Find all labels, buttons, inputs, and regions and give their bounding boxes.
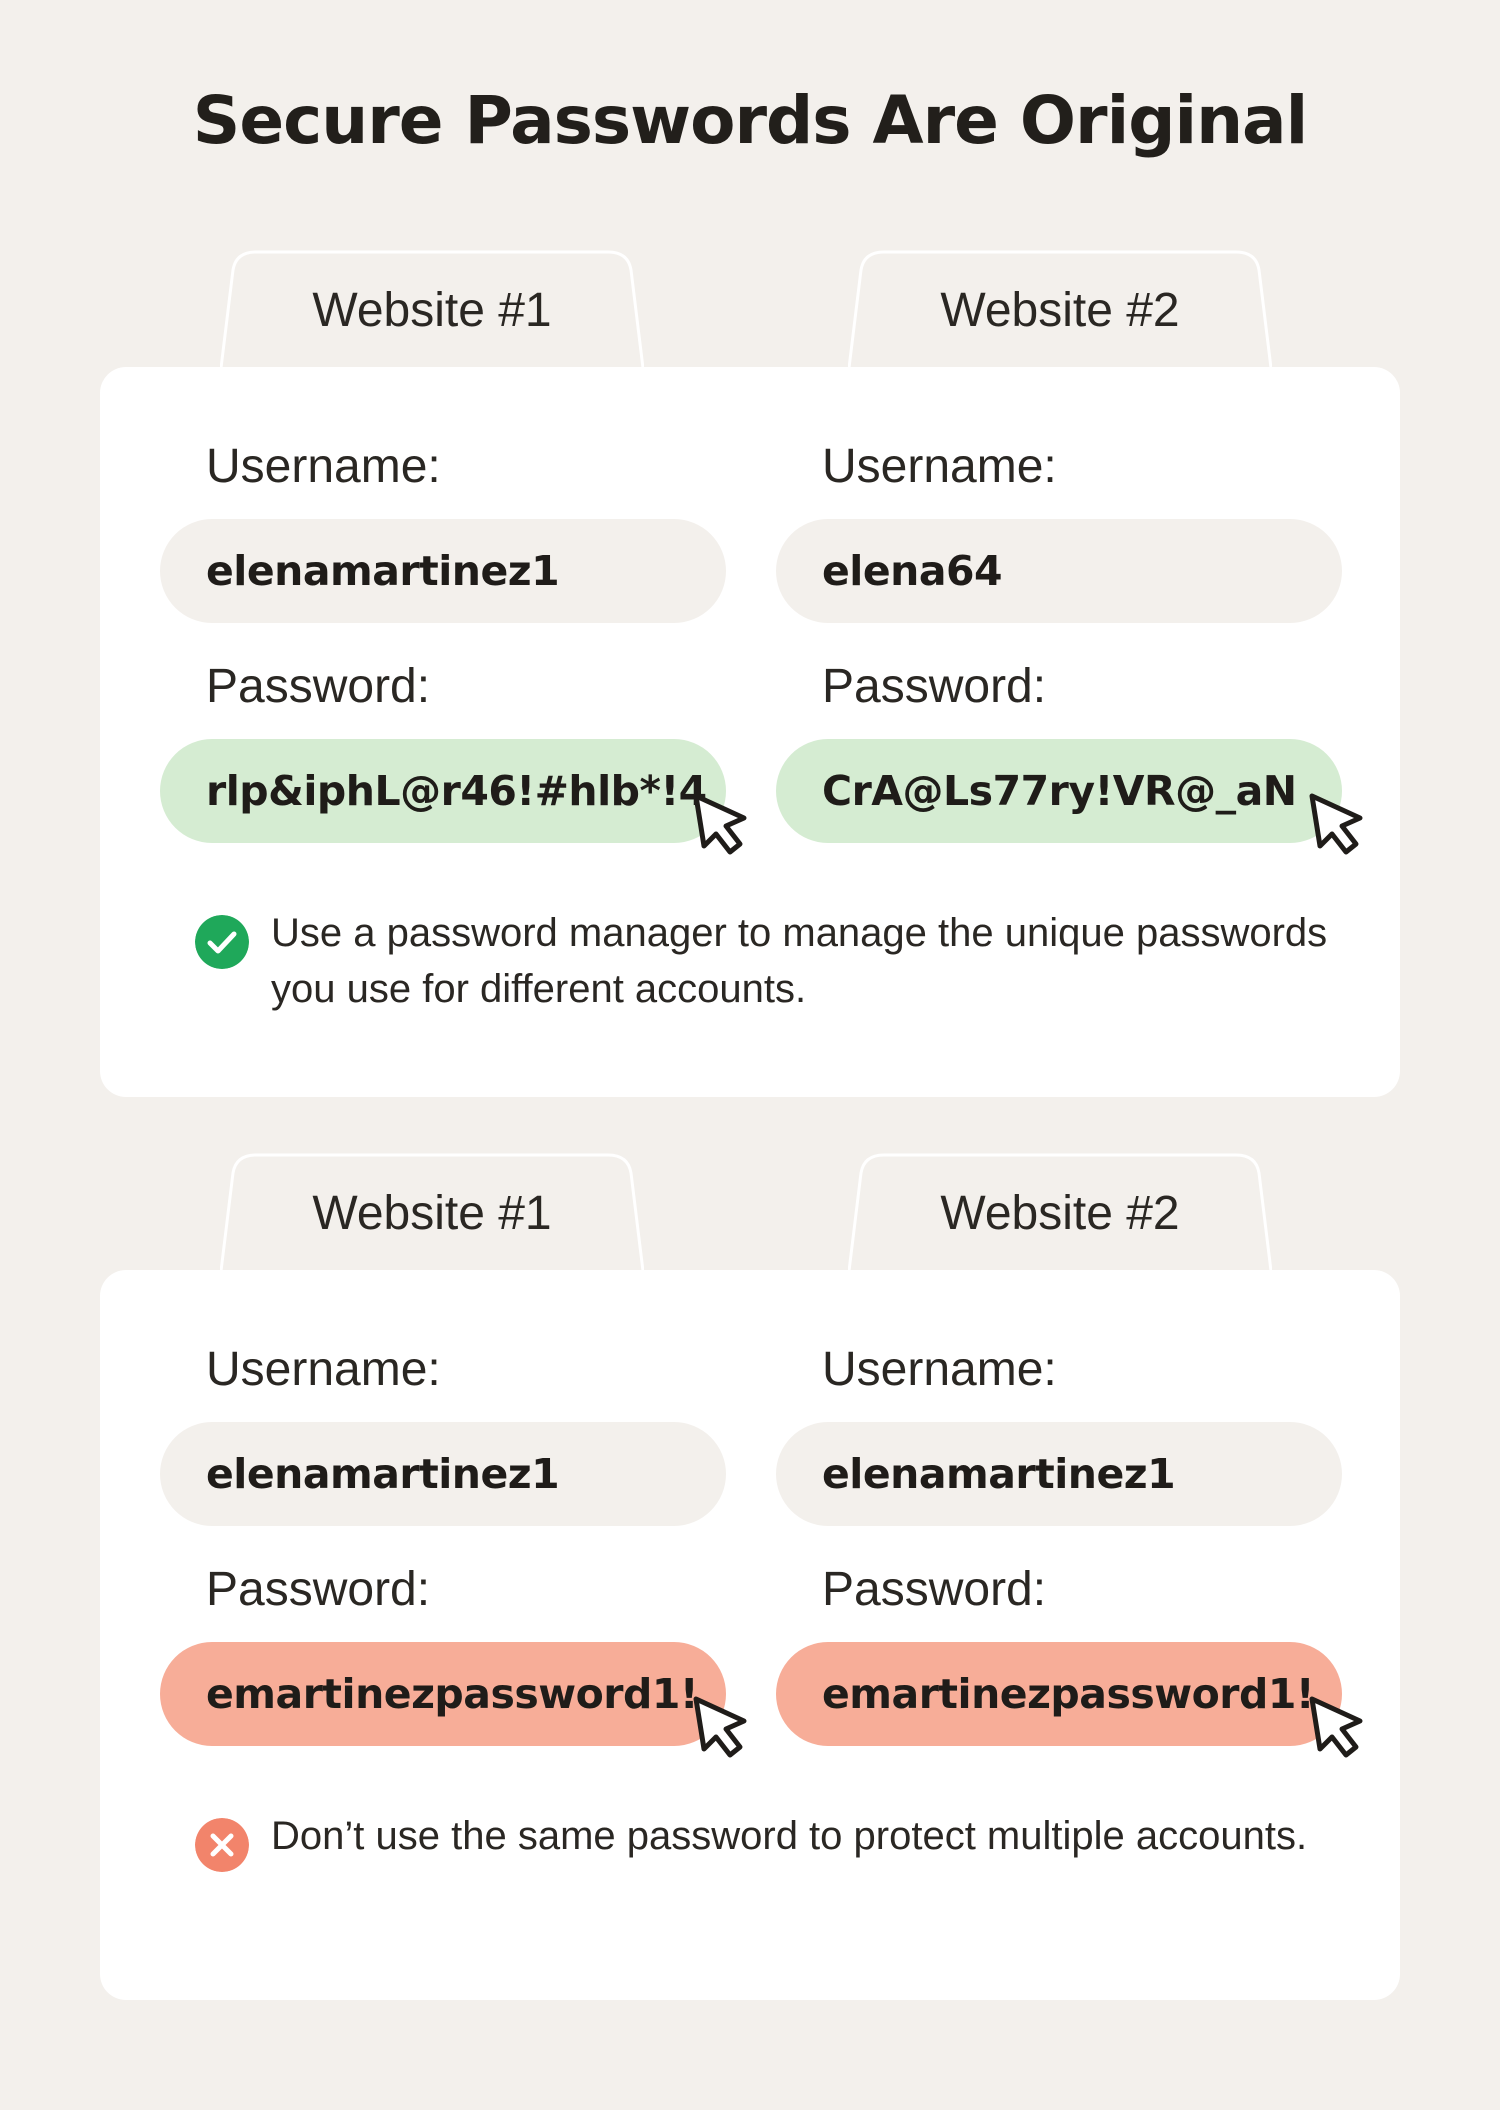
password-field[interactable]: CrA@Ls77ry!VR@_aN: [776, 739, 1342, 843]
login-card: Username: elenamartinez1 Password: emart…: [100, 1270, 1400, 2000]
note-text: Don’t use the same password to protect m…: [271, 1814, 1308, 1858]
username-label: Username:: [206, 1343, 441, 1396]
username-label: Username:: [822, 1343, 1057, 1396]
tab-label: Website #1: [312, 1187, 552, 1240]
tab-label: Website #2: [940, 284, 1180, 337]
password-field[interactable]: emartinezpassword1!: [160, 1642, 726, 1746]
tab-website-1: Website #1: [220, 250, 644, 368]
tab-website-2: Website #2: [848, 250, 1272, 368]
login-card: Username: elenamartinez1 Password: rlp&i…: [100, 367, 1400, 1097]
tab-website-1: Website #1: [220, 1153, 644, 1271]
note-text: Use a password manager to manage the uni…: [271, 911, 1328, 1011]
page-title: Secure Passwords Are Original: [192, 82, 1308, 159]
password-label: Password:: [206, 660, 431, 713]
password-label: Password:: [206, 1563, 431, 1616]
password-field[interactable]: rlp&iphL@r46!#hlb*!4: [160, 739, 726, 843]
password-label: Password:: [822, 660, 1047, 713]
x-circle-icon: [195, 1818, 249, 1872]
username-label: Username:: [206, 440, 441, 493]
tab-website-2: Website #2: [848, 1153, 1272, 1271]
password-label: Password:: [822, 1563, 1047, 1616]
password-field[interactable]: emartinezpassword1!: [776, 1642, 1342, 1746]
username-field[interactable]: elenamartinez1: [160, 1422, 726, 1526]
tab-label: Website #1: [312, 284, 552, 337]
check-circle-icon: [195, 915, 249, 969]
tab-label: Website #2: [940, 1187, 1180, 1240]
username-field[interactable]: elenamartinez1: [776, 1422, 1342, 1526]
pointer-cursor-icon: [1309, 793, 1363, 855]
pointer-cursor-icon: [693, 793, 747, 855]
pointer-cursor-icon: [693, 1696, 747, 1758]
username-field[interactable]: elena64: [776, 519, 1342, 623]
username-label: Username:: [822, 440, 1057, 493]
pointer-cursor-icon: [1309, 1696, 1363, 1758]
username-field[interactable]: elenamartinez1: [160, 519, 726, 623]
